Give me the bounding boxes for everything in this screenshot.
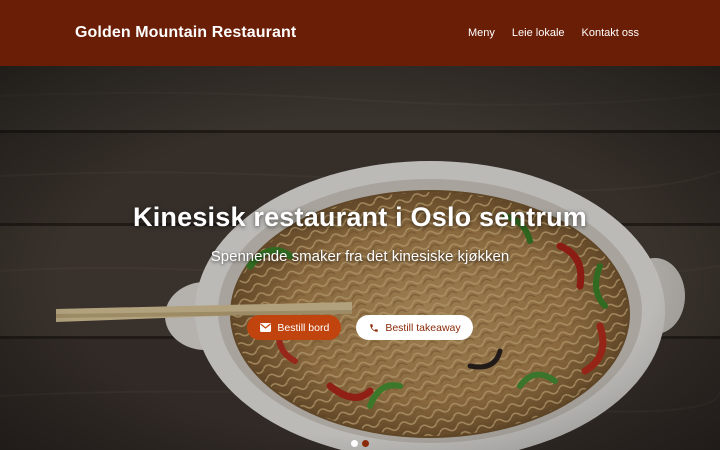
book-table-label: Bestill bord xyxy=(277,321,330,334)
carousel-dot-2[interactable] xyxy=(362,440,369,447)
book-table-button[interactable]: Bestill bord xyxy=(247,315,342,340)
carousel-dot-1[interactable] xyxy=(351,440,358,447)
carousel-indicators xyxy=(0,440,720,447)
brand-logo-link[interactable]: Golden Mountain Restaurant xyxy=(75,24,296,42)
hero-section: Kinesisk restaurant i Oslo sentrum Spenn… xyxy=(0,66,720,450)
site-header: Golden Mountain Restaurant Meny Leie lok… xyxy=(0,0,720,66)
order-takeaway-button[interactable]: Bestill takeaway xyxy=(356,315,473,340)
hero-title: Kinesisk restaurant i Oslo sentrum xyxy=(133,202,587,232)
phone-icon xyxy=(369,323,379,333)
envelope-icon xyxy=(260,323,272,332)
nav-link-leie-lokale[interactable]: Leie lokale xyxy=(512,27,565,39)
order-takeaway-label: Bestill takeaway xyxy=(385,321,461,334)
hero-subtitle: Spennende smaker fra det kinesiske kjøkk… xyxy=(210,248,510,265)
cta-button-group: Bestill bord Bestill takeaway xyxy=(0,315,720,340)
hero-content: Kinesisk restaurant i Oslo sentrum Spenn… xyxy=(0,66,720,450)
nav-link-meny[interactable]: Meny xyxy=(468,27,495,39)
nav-link-kontakt-oss[interactable]: Kontakt oss xyxy=(582,27,639,39)
main-nav: Meny Leie lokale Kontakt oss xyxy=(468,27,639,39)
